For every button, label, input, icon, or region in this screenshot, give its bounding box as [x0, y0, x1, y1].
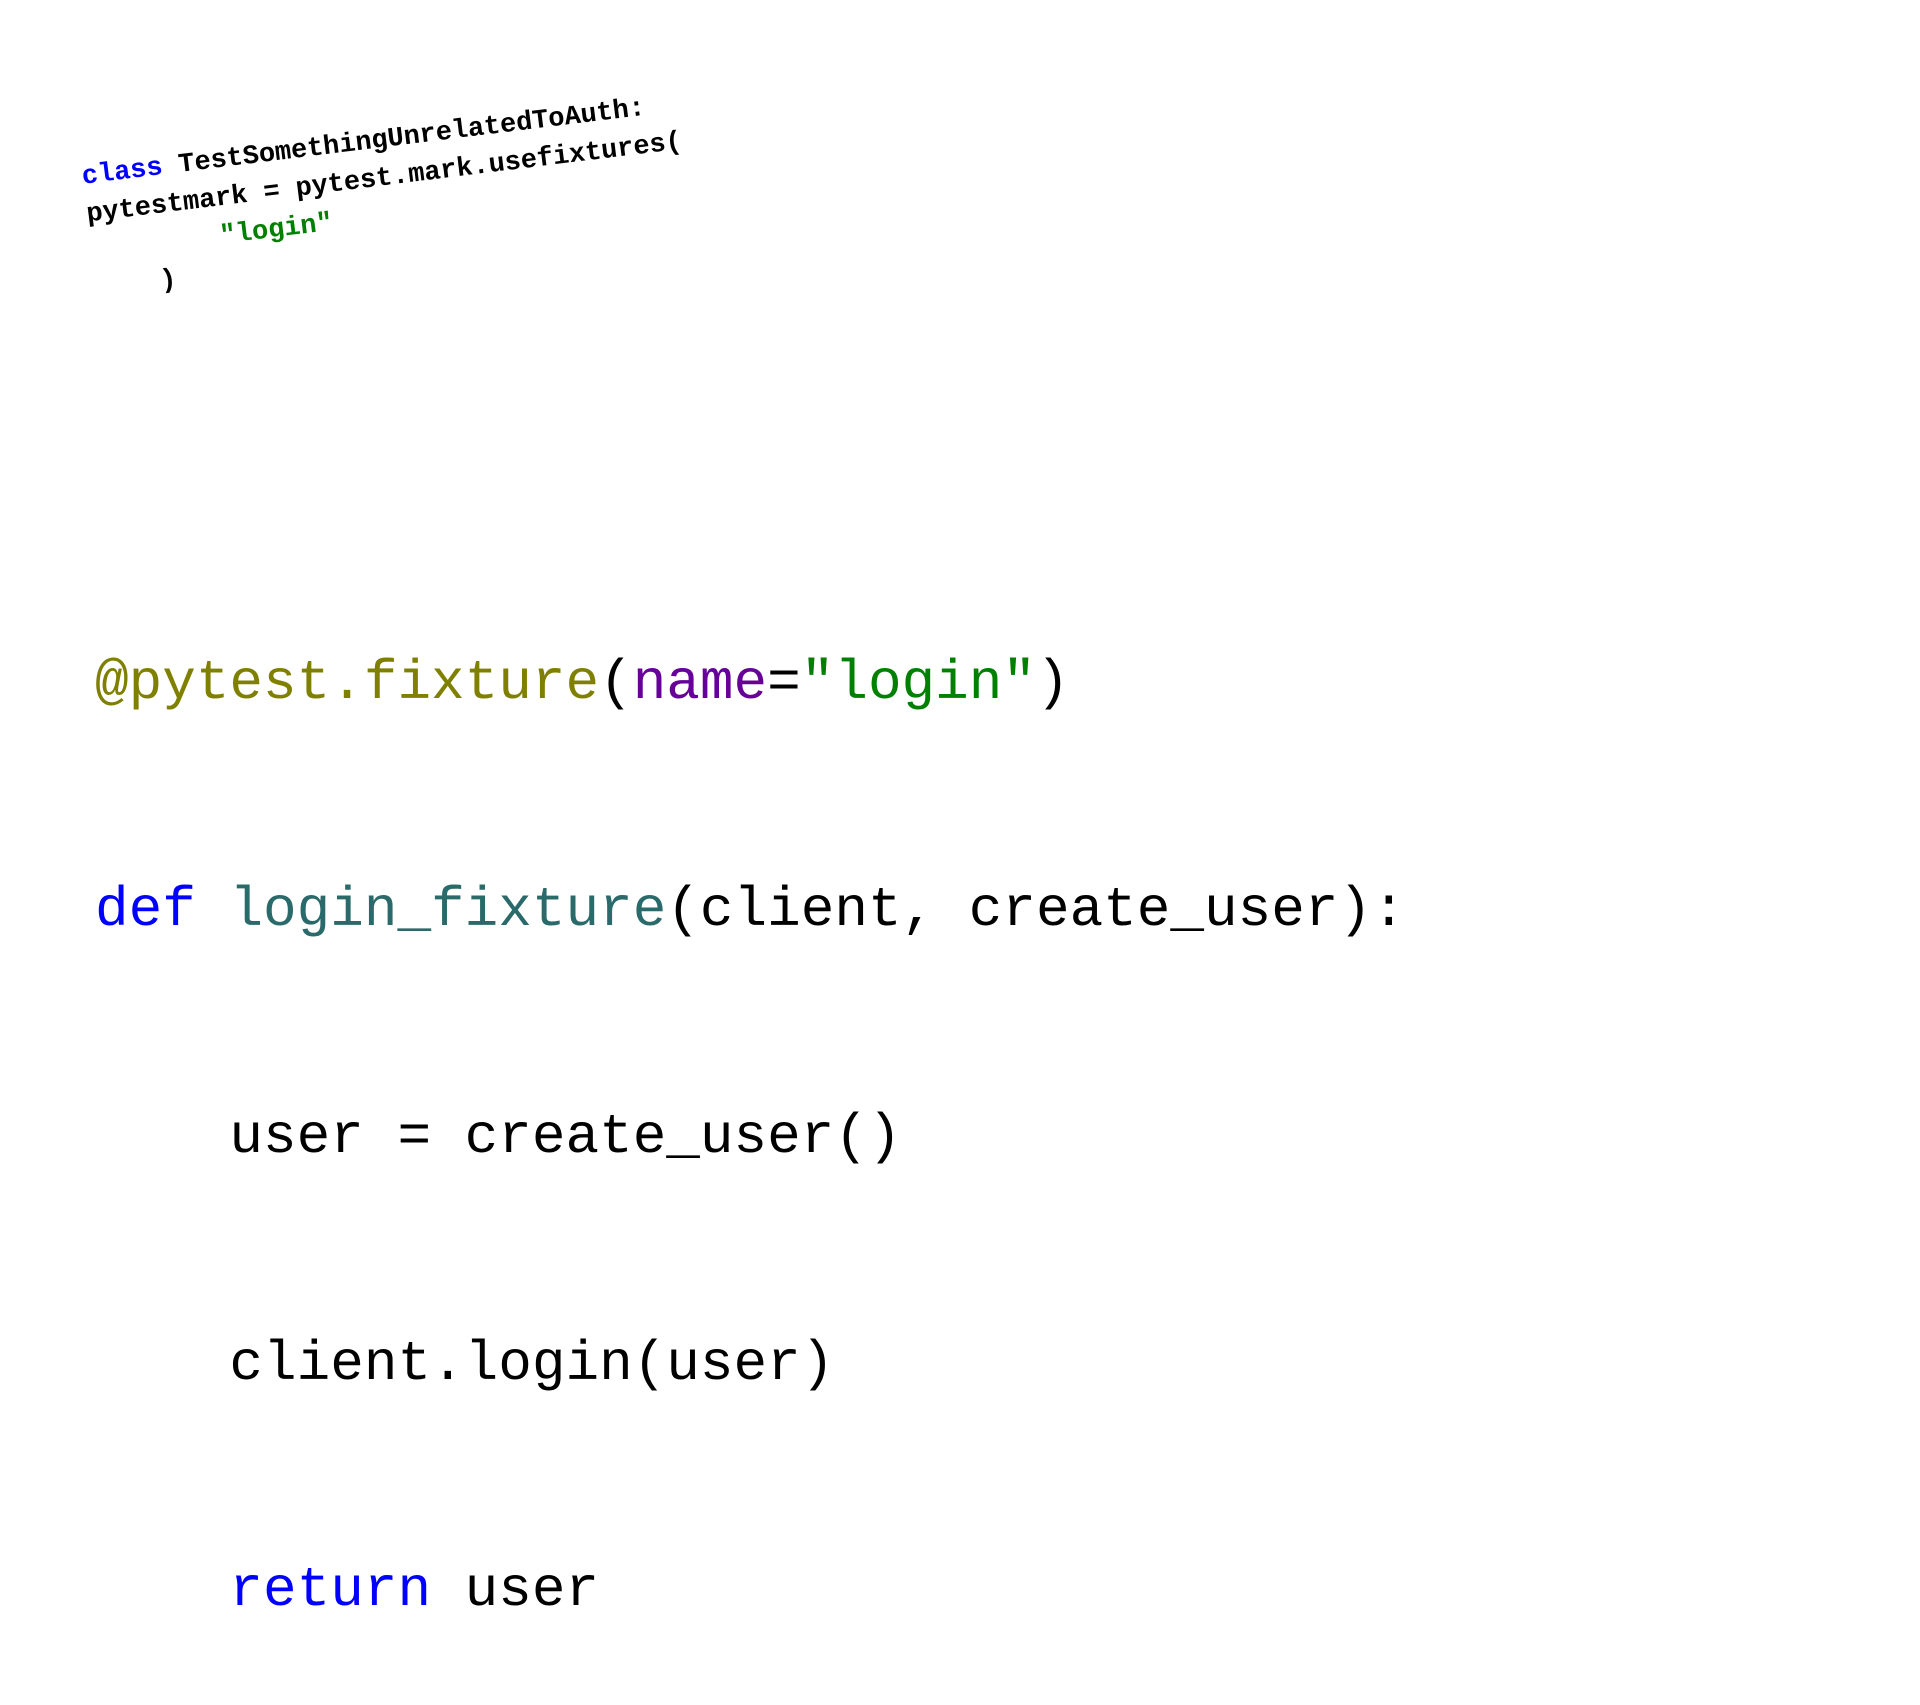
code-text: user: [431, 1558, 599, 1622]
code-indent: [95, 1558, 229, 1622]
kwarg-name: name: [633, 651, 767, 715]
small-code-block: class TestSomethingUnrelatedToAuth: pyte…: [80, 87, 693, 310]
keyword-def: def: [95, 878, 196, 942]
code-line-2: def login_fixture(client, create_user):: [95, 873, 1406, 949]
space: [196, 878, 230, 942]
keyword-class: class: [80, 153, 164, 193]
code-text: ): [94, 266, 178, 306]
paren: (: [599, 651, 633, 715]
params: (client, create_user):: [666, 878, 1405, 942]
code-line-5: return user: [95, 1553, 1406, 1629]
paren: ): [1036, 651, 1070, 715]
decorator: @pytest.fixture: [95, 651, 599, 715]
large-code-block: @pytest.fixture(name="login") def login_…: [95, 495, 1406, 1705]
code-line-3: user = create_user(): [95, 1100, 1406, 1176]
equals: =: [767, 651, 801, 715]
code-line-4: client.login(user): [95, 1327, 1406, 1403]
keyword-return: return: [229, 1558, 431, 1622]
string-login: "login": [801, 651, 1036, 715]
code-line-1: @pytest.fixture(name="login"): [95, 646, 1406, 722]
function-name: login_fixture: [229, 878, 666, 942]
